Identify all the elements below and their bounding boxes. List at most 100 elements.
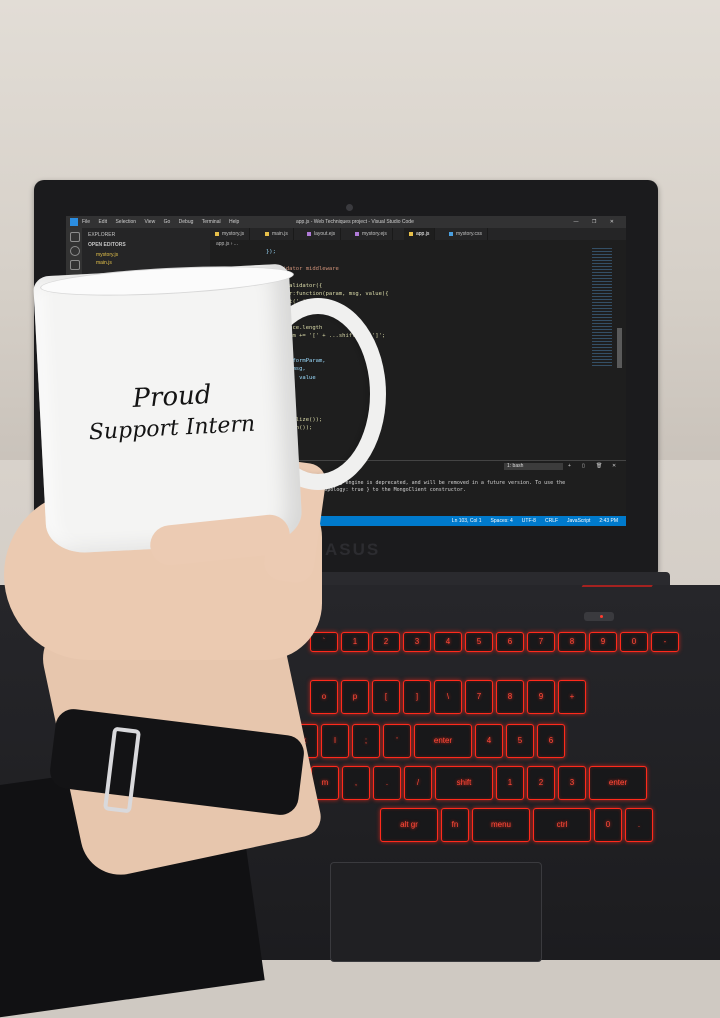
add-terminal-icon[interactable]: + [568,463,571,469]
trash-icon[interactable]: 🗑 [596,463,602,469]
keyboard-key[interactable]: . [373,766,401,800]
keyboard-key[interactable]: 5 [506,724,534,758]
keyboard-key[interactable]: o [310,680,338,714]
menu-selection[interactable]: Selection [115,219,136,225]
open-editor-item[interactable]: mystory.js [96,252,118,258]
status-item[interactable]: JavaScript [567,518,590,524]
tab-label: mystory.css [456,231,483,237]
webcam [346,204,353,211]
keyboard-key[interactable]: 7 [527,632,555,652]
keyboard-key[interactable]: . [625,808,653,842]
menu-file[interactable]: File [82,219,90,225]
status-items: Ln 103, Col 1 Spaces: 4 UTF-8 CRLF JavaScrip… [443,516,618,526]
vscode-title-bar: File Edit Selection View Go Debug Termin… [66,216,626,228]
tab-main-js[interactable]: main.js [260,228,294,240]
keyboard-key[interactable]: 9 [589,632,617,652]
keyboard-key[interactable]: fn [441,808,469,842]
window-controls[interactable]: — ❐ ✕ [574,216,620,228]
keyboard-key[interactable]: enter [589,766,647,800]
power-button[interactable] [584,612,614,621]
menu-edit[interactable]: Edit [98,219,107,225]
terminal-selector[interactable]: 1: bash [504,463,563,470]
keyboard-key[interactable]: shift [435,766,493,800]
menu-debug[interactable]: Debug [179,219,194,225]
vscode-logo-icon [70,218,78,226]
open-editors-section[interactable]: OPEN EDITORS [88,242,126,248]
tab-mystory-js[interactable]: mystory.js [210,228,251,240]
status-item[interactable]: 2:43 PM [599,518,618,524]
tab-layout-ejs[interactable]: layout.ejs [302,228,342,240]
status-item[interactable]: UTF-8 [522,518,536,524]
keyboard-key[interactable]: ; [352,724,380,758]
keyboard-key[interactable]: [ [372,680,400,714]
code-line: }); [266,249,276,255]
menu-view[interactable]: View [144,219,155,225]
explorer-icon[interactable] [70,232,80,242]
source-control-icon[interactable] [70,260,80,270]
close-panel-icon[interactable]: ✕ [612,463,616,469]
editor-scrollbar[interactable] [617,328,622,368]
keyboard-key[interactable]: ` [310,632,338,652]
split-terminal-icon[interactable]: ▯ [582,463,585,469]
ejs-file-icon [355,231,359,236]
status-item[interactable]: Spaces: 4 [491,518,513,524]
keyboard-key[interactable]: 2 [372,632,400,652]
keyboard-key[interactable]: ' [383,724,411,758]
keyboard-key[interactable]: 6 [537,724,565,758]
keyboard-key[interactable]: 3 [403,632,431,652]
keyboard-key[interactable]: 8 [558,632,586,652]
keyboard-key[interactable]: l [321,724,349,758]
tab-mystory-ejs[interactable]: mystory.ejs [350,228,393,240]
keyboard-key[interactable]: 5 [465,632,493,652]
menu-go[interactable]: Go [164,219,171,225]
tab-label: layout.ejs [314,231,336,237]
keyboard-key[interactable]: ] [403,680,431,714]
keyboard-key[interactable]: p [341,680,369,714]
js-file-icon [215,231,219,236]
minimap[interactable] [592,248,612,368]
keyboard-key[interactable]: 1 [496,766,524,800]
search-icon[interactable] [70,246,80,256]
menu-help[interactable]: Help [229,219,239,225]
asus-logo: ASUS [325,540,381,559]
editor-tabs: mystory.js main.js layout.ejs mystory.ej… [210,228,626,240]
tab-label: mystory.js [222,231,245,237]
keyboard-key[interactable]: 1 [341,632,369,652]
keyboard-key[interactable]: 4 [434,632,462,652]
tab-label: mystory.ejs [362,231,387,237]
js-file-icon [265,231,269,236]
tab-mystory-css[interactable]: mystory.css [444,228,489,240]
status-item[interactable]: CRLF [545,518,558,524]
keyboard-key[interactable]: 2 [527,766,555,800]
menu-terminal[interactable]: Terminal [202,219,221,225]
js-file-icon [409,231,413,236]
menu-bar: File Edit Selection View Go Debug Termin… [82,216,246,228]
keyboard-key[interactable]: enter [414,724,472,758]
keyboard-key[interactable]: + [558,680,586,714]
keyboard-key[interactable]: , [342,766,370,800]
keyboard-key[interactable]: 3 [558,766,586,800]
breadcrumb[interactable]: app.js › ... [216,241,238,247]
keyboard-key[interactable]: alt gr [380,808,438,842]
open-editor-item[interactable]: main.js [96,260,112,266]
keyboard-key[interactable]: 4 [475,724,503,758]
explorer-title: EXPLORER [88,232,116,238]
status-item[interactable]: Ln 103, Col 1 [452,518,482,524]
keyboard-key[interactable]: 7 [465,680,493,714]
keyboard-key[interactable]: - [651,632,679,652]
keyboard-key[interactable]: 8 [496,680,524,714]
keyboard-key[interactable]: 9 [527,680,555,714]
keyboard-key[interactable]: menu [472,808,530,842]
keyboard-key[interactable]: / [404,766,432,800]
keyboard-key[interactable]: ctrl [533,808,591,842]
power-led [600,615,603,618]
keyboard-key[interactable]: 0 [594,808,622,842]
keyboard-key[interactable]: 0 [620,632,648,652]
touchpad[interactable] [330,862,542,962]
tab-label: main.js [272,231,288,237]
keyboard-key[interactable]: 6 [496,632,524,652]
keyboard-key[interactable]: \ [434,680,462,714]
tab-app-js[interactable]: app.js [404,228,436,240]
ejs-file-icon [307,231,311,236]
